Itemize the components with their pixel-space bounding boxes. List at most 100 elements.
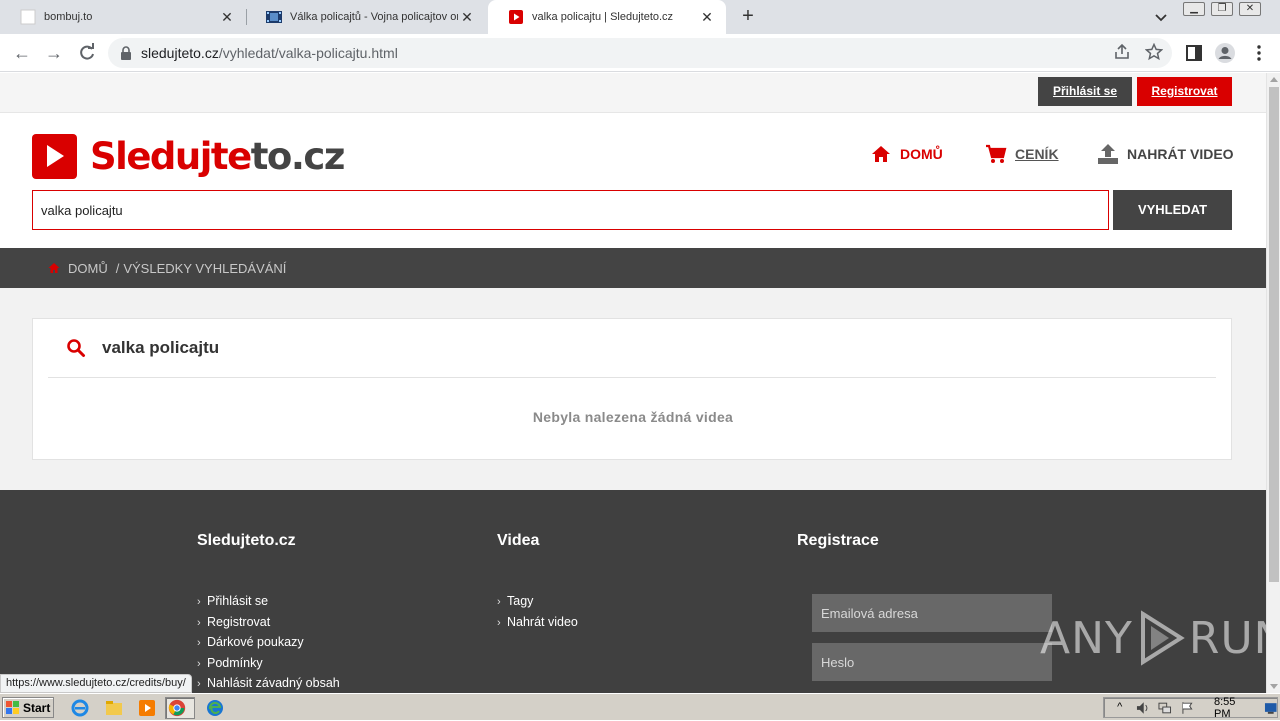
breadcrumb-separator: / xyxy=(115,260,120,276)
url-path: /vyhledat/valka-policajtu.html xyxy=(218,45,398,61)
chrome-icon xyxy=(168,699,186,717)
nav-upload-video[interactable]: NAHRÁT VIDEO xyxy=(1097,143,1234,165)
action-center-flag-icon[interactable] xyxy=(1181,701,1195,715)
anyrun-watermark: ANY RUN xyxy=(1040,610,1266,666)
address-bar[interactable]: sledujteto.cz/vyhledat/valka-policajtu.h… xyxy=(108,38,1172,68)
register-button[interactable]: Registrovat xyxy=(1137,77,1232,106)
footer-heading: Sledujteto.cz xyxy=(197,532,296,549)
home-icon xyxy=(48,263,60,273)
chrome-taskbar-button[interactable] xyxy=(165,697,195,719)
browser-tab-valka[interactable]: Válka policajtů - Vojna policajtov onlin… xyxy=(246,0,486,34)
footer-link-register[interactable]: › Registrovat xyxy=(197,613,340,634)
forward-arrow-icon[interactable]: → xyxy=(44,43,64,63)
scroll-up-arrow-icon[interactable] xyxy=(1270,77,1278,82)
chevron-right-icon: › xyxy=(497,616,501,629)
tab-title: valka policajtu | Sledujteto.cz xyxy=(532,11,674,23)
footer-column-videos: Videa › Tagy › Nahrát video xyxy=(497,532,578,633)
network-icon[interactable] xyxy=(1158,701,1172,715)
tab-title: Válka policajtů - Vojna policajtov onlin… xyxy=(290,11,458,23)
side-panel-icon[interactable] xyxy=(1183,42,1205,64)
close-tab-icon[interactable]: ✕ xyxy=(698,8,716,26)
login-button[interactable]: Přihlásit se xyxy=(1038,77,1132,106)
logo-text: Sledujteto.cz xyxy=(90,134,346,178)
share-icon[interactable] xyxy=(1113,43,1131,61)
nav-home[interactable]: DOMŮ xyxy=(870,143,943,165)
profile-avatar-icon[interactable] xyxy=(1214,42,1236,64)
start-button[interactable]: Start xyxy=(2,697,54,718)
lock-icon xyxy=(121,46,131,60)
url-host: sledujteto.cz xyxy=(141,45,219,61)
windows-flag-icon xyxy=(6,700,19,714)
chevron-right-icon: › xyxy=(197,678,201,690)
watermark-left: ANY xyxy=(1040,612,1133,664)
edge-icon[interactable] xyxy=(204,697,226,719)
new-tab-button[interactable]: + xyxy=(737,6,759,28)
footer-link-tags[interactable]: › Tagy xyxy=(497,592,578,613)
footer-link-label: Dárkové poukazy xyxy=(207,635,304,649)
media-player-icon[interactable] xyxy=(136,697,158,719)
link-status-bar: https://www.sledujteto.cz/credits/buy/ xyxy=(0,674,192,693)
chevron-right-icon: › xyxy=(197,616,201,629)
shopping-cart-icon xyxy=(986,144,1007,163)
email-field[interactable]: Emailová adresa xyxy=(812,594,1052,632)
minimize-icon[interactable]: ▁ xyxy=(1183,2,1205,16)
upload-icon xyxy=(1098,144,1118,164)
reload-icon[interactable] xyxy=(77,43,97,63)
film-strip-icon xyxy=(266,11,282,23)
browser-toolbar: ← → sledujteto.cz/vyhledat/valka-policaj… xyxy=(0,34,1280,72)
logo-text-dark: to.cz xyxy=(250,134,346,178)
logo-text-red: Sledujte xyxy=(90,134,252,178)
browser-tab-sledujteto[interactable]: valka policajtu | Sledujteto.cz ✕ xyxy=(488,0,726,34)
footer-column-site: Sledujteto.cz › Přihlásit se › Registrovat… xyxy=(197,532,340,693)
footer-link-login[interactable]: › Přihlásit se xyxy=(197,592,340,613)
chevron-right-icon: › xyxy=(497,596,501,608)
tray-expand-icon[interactable]: ^ xyxy=(1113,701,1127,715)
menu-dots-icon[interactable] xyxy=(1248,42,1270,64)
search-button[interactable]: VYHLEDAT xyxy=(1113,190,1232,230)
footer-link-terms[interactable]: › Podmínky xyxy=(197,654,340,675)
footer-link-label: Nahlásit závadný obsah xyxy=(207,676,340,690)
internet-explorer-icon[interactable] xyxy=(69,697,91,719)
footer-heading: Videa xyxy=(497,532,540,549)
system-tray: ^ 8:55 PM xyxy=(1103,695,1278,720)
clock: 8:55 PM xyxy=(1214,695,1236,720)
tab-title: bombuj.to xyxy=(44,11,93,23)
nav-upload-label: NAHRÁT VIDEO xyxy=(1127,146,1234,162)
footer-link-gift-vouchers[interactable]: › Dárkové poukazy xyxy=(197,633,340,654)
results-query: valka policajtu xyxy=(102,338,220,357)
nav-pricing[interactable]: CENÍK xyxy=(985,143,1059,165)
bookmark-star-icon[interactable] xyxy=(1145,43,1163,61)
file-explorer-icon[interactable] xyxy=(103,697,125,719)
site-logo[interactable]: Sledujteto.cz xyxy=(32,131,346,181)
password-field[interactable]: Heslo xyxy=(812,643,1052,681)
close-tab-icon[interactable]: ✕ xyxy=(218,8,236,26)
breadcrumb: DOMŮ / VÝSLEDKY VYHLEDÁVÁNÍ xyxy=(0,248,1266,288)
footer-link-label: Nahrát video xyxy=(507,614,578,629)
back-arrow-icon[interactable]: ← xyxy=(12,43,32,63)
chevron-right-icon: › xyxy=(197,596,201,608)
footer-column-registration: Registrace xyxy=(797,532,879,592)
scrollbar-thumb[interactable] xyxy=(1269,87,1279,582)
page-scrollbar[interactable] xyxy=(1266,73,1280,693)
scroll-down-arrow-icon[interactable] xyxy=(1270,684,1278,689)
sledujteto-favicon-icon xyxy=(509,10,523,24)
close-tab-icon[interactable]: ✕ xyxy=(458,8,476,26)
footer-link-report[interactable]: › Nahlásit závadný obsah xyxy=(197,674,340,693)
show-desktop-icon[interactable] xyxy=(1264,701,1278,715)
play-logo-icon xyxy=(32,133,77,179)
web-page: Přihlásit se Registrovat Sledujteto.cz D… xyxy=(0,73,1266,693)
footer-link-upload[interactable]: › Nahrát video xyxy=(497,613,578,634)
chevron-right-icon: › xyxy=(197,657,201,670)
breadcrumb-current: VÝSLEDKY VYHLEDÁVÁNÍ xyxy=(123,260,287,276)
search-input[interactable]: valka policajtu xyxy=(32,190,1109,230)
volume-icon[interactable] xyxy=(1136,701,1150,715)
browser-tab-bombuj[interactable]: bombuj.to ✕ xyxy=(0,0,246,34)
nav-home-label: DOMŮ xyxy=(900,146,943,162)
breadcrumb-home[interactable]: DOMŮ xyxy=(68,261,108,276)
results-header: valka policajtu xyxy=(48,319,1216,378)
browser-tab-strip: bombuj.to ✕ Válka policajtů - Vojna poli… xyxy=(0,0,1280,34)
restore-icon[interactable]: ❐ xyxy=(1211,2,1233,16)
close-window-icon[interactable]: ✕ xyxy=(1239,2,1261,16)
footer-link-label: Registrovat xyxy=(207,614,271,629)
tab-search-chevron-icon[interactable] xyxy=(1152,8,1170,26)
